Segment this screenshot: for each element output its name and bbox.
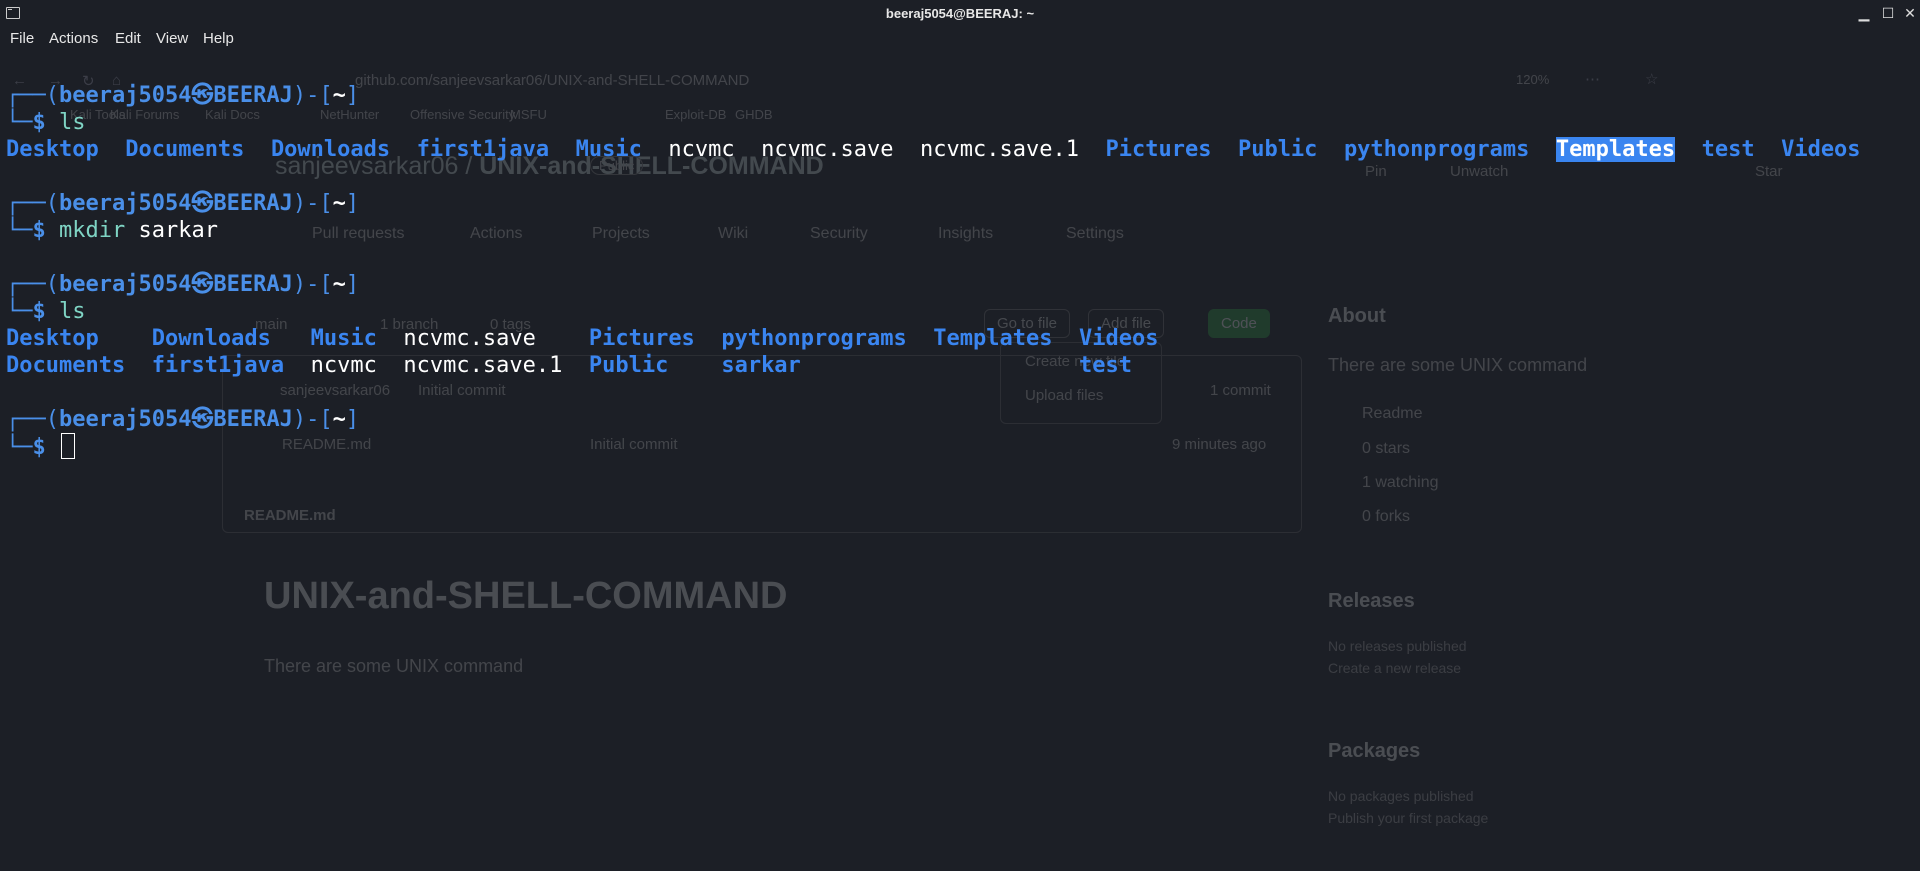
readme-header: README.md	[244, 507, 336, 524]
minimize-icon[interactable]: ▁	[1855, 4, 1873, 22]
file-entry[interactable]: ncvmc	[311, 353, 377, 378]
prompt-user-host: beeraj5054㉿BEERAJ	[58, 83, 293, 108]
directory-entry[interactable]: Pictures	[589, 326, 695, 351]
maximize-icon[interactable]: ☐	[1879, 4, 1897, 22]
directory-entry[interactable]: Documents	[6, 353, 125, 378]
prompt-frame: )-[	[292, 83, 333, 108]
prompt-frame: ]	[345, 191, 360, 216]
directory-entry[interactable]: test	[1702, 137, 1755, 162]
directory-entry[interactable]: pythonprograms	[721, 326, 906, 351]
file-entry[interactable]: ncvmc.save	[761, 137, 893, 162]
prompt-symbol: $	[32, 299, 46, 324]
prompt-frame: ┌──(	[6, 191, 59, 216]
close-icon[interactable]: ✕	[1901, 4, 1919, 22]
prompt-line-2: └─$	[6, 433, 1861, 460]
prompt-frame: ]	[345, 272, 360, 297]
readme-title: UNIX-and-SHELL-COMMAND	[264, 575, 788, 617]
command-text: ls	[59, 299, 86, 324]
directory-entry[interactable]: Videos	[1079, 326, 1158, 351]
prompt-dir: ~	[332, 191, 346, 216]
directory-entry[interactable]: Music	[311, 326, 377, 351]
prompt-dir: ~	[332, 272, 346, 297]
prompt-user-host: beeraj5054㉿BEERAJ	[58, 407, 293, 432]
prompt-line-2: └─$ ls	[6, 109, 1861, 136]
prompt-frame: )-[	[292, 191, 333, 216]
terminal-output[interactable]: ┌──(beeraj5054㉿BEERAJ)-[~] └─$ ls Desktop …	[6, 82, 1861, 460]
directory-entry[interactable]: Templates	[1555, 137, 1676, 162]
directory-entry[interactable]: pythonprograms	[1344, 137, 1529, 162]
window-title: beeraj5054@BEERAJ: ~	[885, 6, 1035, 21]
menu-file[interactable]: File	[10, 30, 34, 47]
directory-entry[interactable]: Downloads	[271, 137, 390, 162]
prompt-symbol: $	[32, 110, 46, 135]
releases-title: Releases	[1328, 590, 1415, 612]
file-entry[interactable]: ncvmc.save.1	[920, 137, 1079, 162]
file-entry[interactable]: ncvmc	[668, 137, 734, 162]
packages-line-2[interactable]: Publish your first package	[1328, 810, 1488, 826]
prompt-frame: ]	[345, 407, 360, 432]
prompt-line-2: └─$ mkdir sarkar	[6, 217, 1861, 244]
directory-entry[interactable]: Public	[589, 353, 668, 378]
prompt-dir: ~	[332, 407, 346, 432]
prompt-symbol: $	[32, 218, 46, 243]
prompt-frame: ┌──(	[6, 407, 59, 432]
directory-entry[interactable]: Desktop	[6, 326, 99, 351]
command-argument: sarkar	[138, 218, 218, 243]
menu-bar: File Actions Edit View Help	[0, 28, 1920, 54]
command-text: ls	[59, 110, 86, 135]
menu-view[interactable]: View	[156, 30, 188, 47]
about-watching[interactable]: 1 watching	[1362, 474, 1439, 492]
prompt-frame: ]	[345, 83, 360, 108]
prompt-frame: └─	[6, 110, 33, 135]
prompt-frame: └─	[6, 299, 33, 324]
file-entry[interactable]: ncvmc.save.1	[403, 353, 562, 378]
prompt-line-1: ┌──(beeraj5054㉿BEERAJ)-[~]	[6, 406, 1861, 433]
command-text: mkdir	[59, 218, 126, 243]
directory-entry[interactable]: Documents	[125, 137, 244, 162]
prompt-frame: └─	[6, 218, 33, 243]
directory-entry[interactable]: Videos	[1781, 137, 1860, 162]
releases-line-2[interactable]: Create a new release	[1328, 660, 1461, 676]
directory-entry[interactable]: Templates	[933, 326, 1052, 351]
title-bar[interactable]: beeraj5054@BEERAJ: ~ ▁ ☐ ✕	[0, 0, 1920, 28]
prompt-user-host: beeraj5054㉿BEERAJ	[58, 191, 293, 216]
menu-actions[interactable]: Actions	[49, 30, 98, 47]
prompt-line-1: ┌──(beeraj5054㉿BEERAJ)-[~]	[6, 271, 1861, 298]
menu-help[interactable]: Help	[203, 30, 234, 47]
readme-text: There are some UNIX command	[264, 656, 524, 676]
file-entry[interactable]: ncvmc.save	[403, 326, 535, 351]
prompt-symbol: $	[32, 435, 46, 460]
prompt-frame: └─	[6, 435, 33, 460]
prompt-line-1: ┌──(beeraj5054㉿BEERAJ)-[~]	[6, 82, 1861, 109]
directory-entry[interactable]: sarkar	[721, 353, 800, 378]
prompt-user-host: beeraj5054㉿BEERAJ	[58, 272, 293, 297]
ls-output-row: Documents first1java ncvmc ncvmc.save.1 …	[6, 352, 1861, 379]
directory-entry[interactable]: Desktop	[6, 137, 99, 162]
about-forks[interactable]: 0 forks	[1362, 508, 1410, 526]
directory-entry[interactable]: test	[1079, 353, 1132, 378]
packages-title: Packages	[1328, 740, 1421, 762]
prompt-dir: ~	[332, 83, 346, 108]
directory-entry[interactable]: Public	[1238, 137, 1317, 162]
prompt-frame: ┌──(	[6, 272, 59, 297]
prompt-frame: )-[	[292, 407, 333, 432]
directory-entry[interactable]: first1java	[417, 137, 549, 162]
prompt-line-1: ┌──(beeraj5054㉿BEERAJ)-[~]	[6, 190, 1861, 217]
prompt-line-2: └─$ ls	[6, 298, 1861, 325]
prompt-frame: ┌──(	[6, 83, 59, 108]
releases-line-1: No releases published	[1328, 638, 1467, 654]
menu-edit[interactable]: Edit	[115, 30, 141, 47]
directory-entry[interactable]: Music	[576, 137, 642, 162]
prompt-frame: )-[	[292, 272, 333, 297]
directory-entry[interactable]: first1java	[152, 353, 284, 378]
terminal-cursor[interactable]	[61, 433, 75, 459]
packages-line-1: No packages published	[1328, 788, 1474, 804]
directory-entry[interactable]: Pictures	[1105, 137, 1211, 162]
ls-output-row: Desktop Documents Downloads first1java M…	[6, 136, 1861, 163]
ls-output-row: Desktop Downloads Music ncvmc.save Pictu…	[6, 325, 1861, 352]
directory-entry[interactable]: Downloads	[152, 326, 271, 351]
